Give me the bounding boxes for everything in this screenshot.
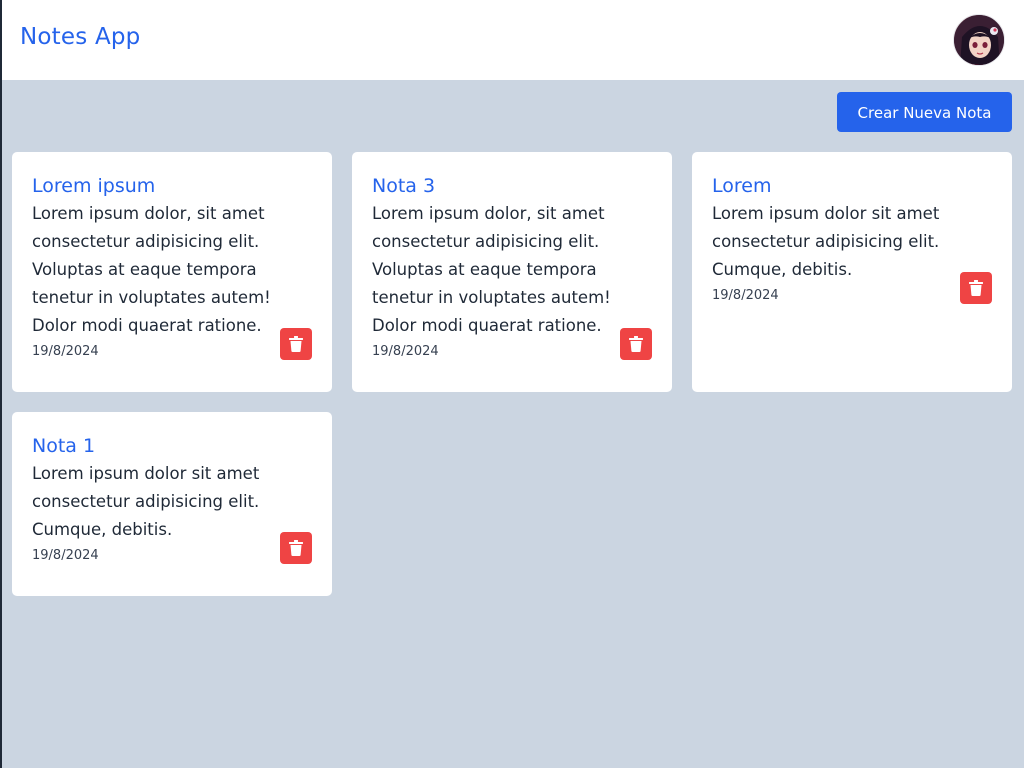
note-footer: 19/8/2024 [372, 328, 652, 376]
note-footer: 19/8/2024 [32, 328, 312, 376]
note-body: Lorem ipsum dolor sit amet consectetur a… [32, 464, 260, 539]
create-note-button[interactable]: Crear Nueva Nota [837, 92, 1012, 132]
note-body: Lorem ipsum dolor, sit amet consectetur … [32, 204, 271, 335]
trash-icon [629, 336, 643, 352]
note-date: 19/8/2024 [372, 344, 439, 359]
note-date: 19/8/2024 [712, 288, 779, 303]
app-header: Notes App [2, 0, 1024, 80]
delete-note-button[interactable] [960, 272, 992, 304]
note-footer: 19/8/2024 [712, 272, 992, 320]
note-date: 19/8/2024 [32, 548, 99, 563]
note-card: Lorem ipsum Lorem ipsum dolor, sit amet … [12, 152, 332, 392]
note-body: Lorem ipsum dolor, sit amet consectetur … [372, 204, 611, 335]
app-title: Notes App [20, 24, 141, 50]
note-body: Lorem ipsum dolor sit amet consectetur a… [712, 204, 940, 279]
delete-note-button[interactable] [280, 532, 312, 564]
delete-note-button[interactable] [280, 328, 312, 360]
note-date: 19/8/2024 [32, 344, 99, 359]
note-title: Nota 3 [372, 175, 436, 197]
note-card: Nota 3 Lorem ipsum dolor, sit amet conse… [352, 152, 672, 392]
note-card: Lorem Lorem ipsum dolor sit amet consect… [692, 152, 1012, 392]
user-avatar[interactable] [953, 14, 1005, 66]
note-title: Lorem ipsum [32, 175, 156, 197]
note-title: Nota 1 [32, 435, 96, 457]
trash-icon [289, 540, 303, 556]
note-footer: 19/8/2024 [32, 532, 312, 580]
delete-note-button[interactable] [620, 328, 652, 360]
note-card: Nota 1 Lorem ipsum dolor sit amet consec… [12, 412, 332, 596]
trash-icon [969, 280, 983, 296]
trash-icon [289, 336, 303, 352]
avatar-image [954, 15, 1004, 65]
note-title: Lorem [712, 175, 772, 197]
